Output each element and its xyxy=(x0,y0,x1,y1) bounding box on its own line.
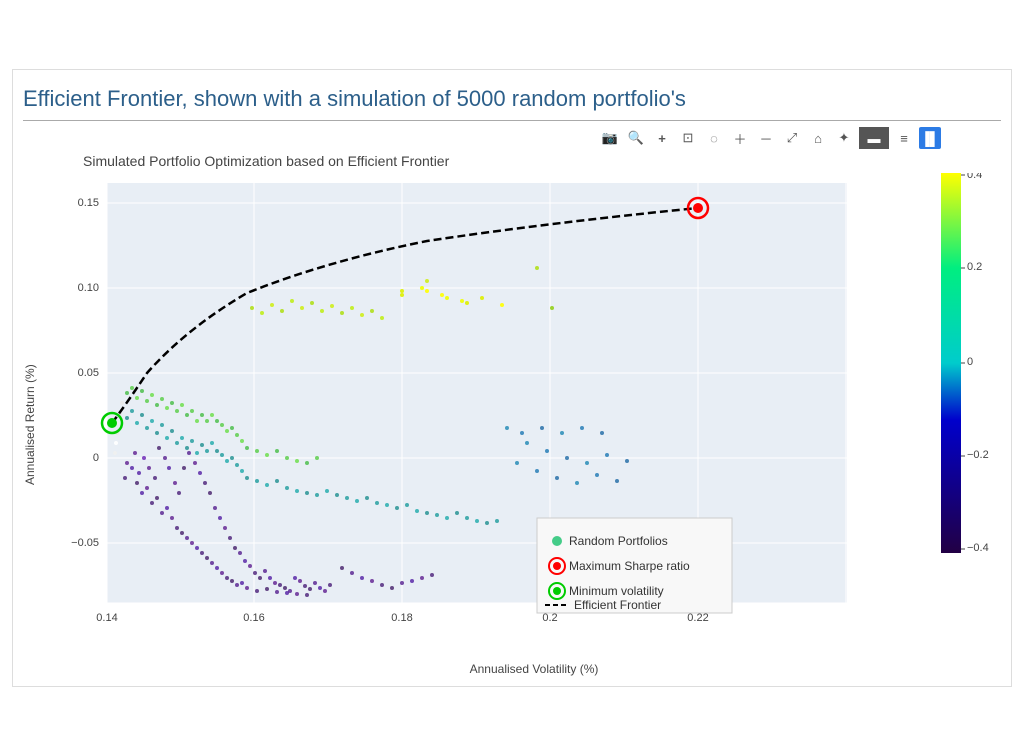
y-axis-label: Annualised Return (%) xyxy=(23,173,43,676)
y-tick-5: 0.15 xyxy=(78,197,99,209)
legend-frontier-label: Efficient Frontier xyxy=(574,598,661,612)
spike-btn[interactable]: ✦ xyxy=(833,127,855,149)
plot-bg xyxy=(107,183,847,603)
y-tick-1: −0.05 xyxy=(71,537,99,549)
plot-and-colorbar: 0.15 0.10 0.05 0 −0.05 0.14 0.16 0.18 0.… xyxy=(47,173,1001,658)
bar-chart-btn[interactable]: ▐▌ xyxy=(919,127,941,149)
cb-label-neg04: −0.4 xyxy=(967,542,989,553)
x-tick-5: 0.22 xyxy=(687,612,708,624)
legend-random-label: Random Portfolios xyxy=(569,534,668,548)
x-axis-label: Annualised Volatility (%) xyxy=(47,662,1001,676)
legend-minvol-inner xyxy=(553,587,561,595)
colorbar-gradient-rect xyxy=(941,173,961,553)
svg-wrapper: 0.15 0.10 0.05 0 −0.05 0.14 0.16 0.18 0.… xyxy=(47,173,937,658)
plot-inner: 0.15 0.10 0.05 0 −0.05 0.14 0.16 0.18 0.… xyxy=(47,173,1001,676)
camera-btn[interactable]: 📷 xyxy=(599,127,621,149)
chart-title: Efficient Frontier, shown with a simulat… xyxy=(23,86,1001,121)
legend-maxsharpe-label: Maximum Sharpe ratio xyxy=(569,559,690,573)
colorbar-container: 0.4 0.2 0 −0.2 −0.4 xyxy=(941,173,1001,658)
x-tick-1: 0.14 xyxy=(96,612,117,624)
min-vol-inner xyxy=(107,418,117,428)
colorbar-svg: 0.4 0.2 0 −0.2 −0.4 xyxy=(941,173,1001,553)
scatter-plot: 0.15 0.10 0.05 0 −0.05 0.14 0.16 0.18 0.… xyxy=(47,173,907,653)
compare-btn[interactable]: ▬ xyxy=(859,127,889,149)
cb-label-0: 0 xyxy=(967,356,973,368)
x-tick-2: 0.16 xyxy=(243,612,264,624)
cb-label-04: 0.4 xyxy=(967,173,982,181)
max-sharpe-inner xyxy=(693,203,703,213)
legend-maxsharpe-inner xyxy=(553,562,561,570)
zoom-btn[interactable]: 🔍 xyxy=(625,127,647,149)
cb-label-02: 0.2 xyxy=(967,261,982,273)
lasso-btn[interactable]: ◌ xyxy=(703,127,725,149)
y-tick-4: 0.10 xyxy=(78,282,99,294)
plot-title: Simulated Portfolio Optimization based o… xyxy=(83,153,1001,169)
chart-container: Efficient Frontier, shown with a simulat… xyxy=(12,69,1012,687)
autoscale-btn[interactable]: ⤢ xyxy=(781,127,803,149)
zoom-in-btn[interactable]: ＋ xyxy=(729,127,751,149)
x-tick-3: 0.18 xyxy=(391,612,412,624)
x-tick-4: 0.2 xyxy=(542,612,557,624)
y-tick-2: 0 xyxy=(93,452,99,464)
legend-minvol-label: Minimum volatility xyxy=(569,584,664,598)
y-tick-3: 0.05 xyxy=(78,367,99,379)
plus-btn[interactable]: + xyxy=(651,127,673,149)
toolbar: 📷 🔍 + ⊡ ◌ ＋ － ⤢ ⌂ ✦ ▬ ≡ ▐▌ xyxy=(23,127,1001,149)
legend-random-dot xyxy=(552,536,562,546)
select-btn[interactable]: ⊡ xyxy=(677,127,699,149)
cb-label-neg02: −0.2 xyxy=(967,449,989,461)
hover-btn[interactable]: ≡ xyxy=(893,127,915,149)
plot-area: Annualised Return (%) xyxy=(23,173,1001,676)
home-btn[interactable]: ⌂ xyxy=(807,127,829,149)
zoom-out-btn[interactable]: － xyxy=(755,127,777,149)
